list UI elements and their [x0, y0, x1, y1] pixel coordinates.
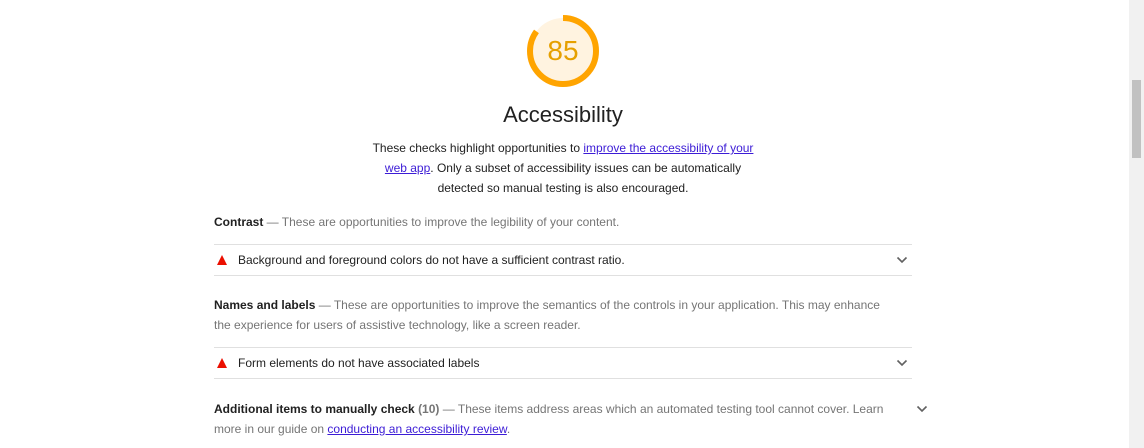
lighthouse-report: 85 Accessibility These checks highlight …	[0, 0, 1144, 448]
description-text: These checks highlight opportunities to	[372, 141, 584, 155]
category-title: Accessibility	[503, 102, 623, 127]
accessibility-review-link[interactable]: conducting an accessibility review	[327, 422, 506, 436]
fail-triangle-icon	[217, 255, 227, 265]
group-title: Additional items to manually check	[214, 402, 415, 416]
scrollbar-thumb[interactable]	[1132, 80, 1141, 158]
fail-triangle-icon	[217, 358, 227, 368]
category-description: These checks highlight opportunities to …	[368, 138, 758, 198]
score-value: 85	[547, 35, 579, 66]
chevron-down-icon[interactable]	[916, 405, 928, 413]
chevron-down-icon[interactable]	[896, 256, 908, 264]
audit-title: Background and foreground colors do not …	[238, 253, 625, 267]
score-gauge[interactable]: 85	[526, 14, 600, 88]
group-separator: —	[263, 215, 282, 229]
group-description: These are opportunities to improve the l…	[281, 215, 620, 229]
group-separator: —	[315, 298, 334, 312]
vertical-scrollbar[interactable]	[1129, 0, 1144, 448]
group-header-names-labels: Names and labels — These are opportuniti…	[214, 295, 912, 335]
audit-label[interactable]: Form elements do not have associated lab…	[214, 347, 912, 379]
group-separator: —	[439, 402, 458, 416]
audit-title: Form elements do not have associated lab…	[238, 356, 480, 370]
group-title: Names and labels	[214, 298, 316, 312]
group-header-contrast: Contrast — These are opportunities to im…	[214, 212, 912, 232]
description-text-end: . Only a subset of accessibility issues …	[430, 161, 742, 195]
accessibility-category: 85 Accessibility These checks highlight …	[214, 0, 928, 439]
group-title: Contrast	[214, 215, 264, 229]
chevron-down-icon[interactable]	[896, 359, 908, 367]
manual-count: (10)	[418, 402, 440, 416]
group-header-manual[interactable]: Additional items to manually check (10) …	[214, 399, 928, 439]
audit-color-contrast[interactable]: Background and foreground colors do not …	[214, 244, 912, 276]
description-end: .	[506, 422, 511, 436]
